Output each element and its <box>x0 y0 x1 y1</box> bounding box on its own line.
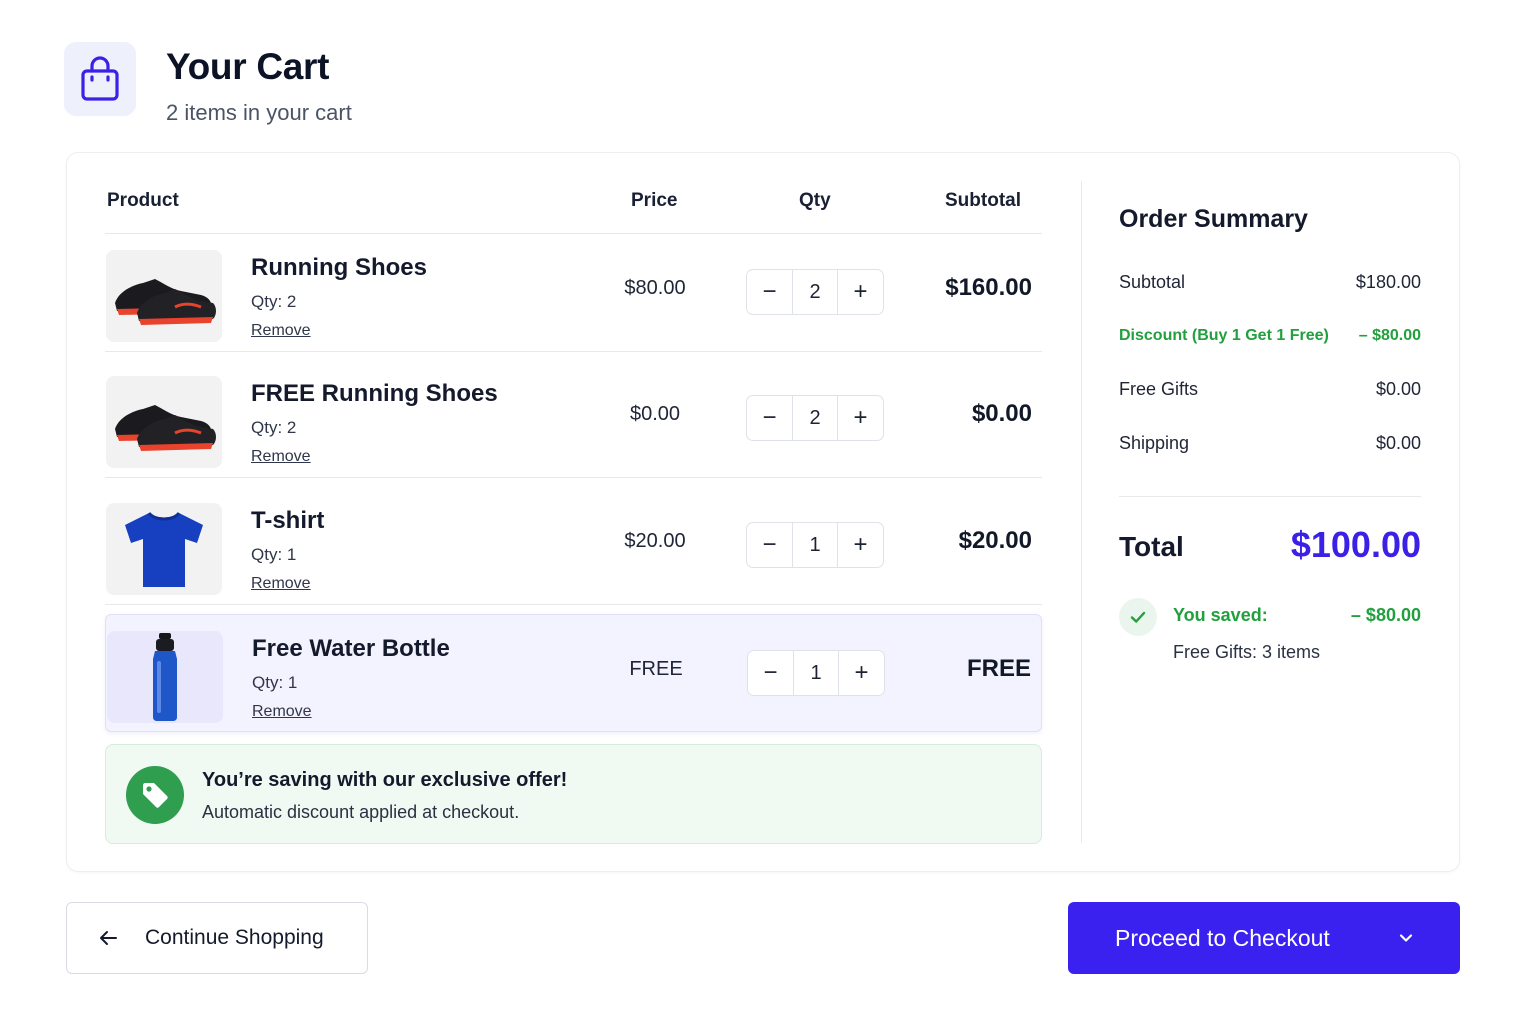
saved-value: – $80.00 <box>1350 605 1421 625</box>
proceed-to-checkout-button[interactable]: Proceed to Checkout <box>1068 902 1460 974</box>
summary-value: $180.00 <box>1355 272 1421 292</box>
summary-row-free-gifts: Free Gifts $0.00 <box>1119 379 1421 400</box>
quantity-input[interactable]: 2 <box>792 396 838 440</box>
decrease-qty-button[interactable]: − <box>748 651 793 695</box>
cart-header: Your Cart 2 items in your cart <box>64 42 664 132</box>
product-qty-label: Qty: 1 <box>252 673 298 692</box>
decrease-qty-button[interactable]: − <box>747 396 792 440</box>
promo-banner: You’re saving with our exclusive offer! … <box>105 744 1042 844</box>
arrow-left-icon <box>97 926 121 950</box>
product-name: T-shirt <box>251 507 325 534</box>
order-summary-title: Order Summary <box>1119 205 1308 233</box>
row-divider <box>105 477 1042 478</box>
cart-row-free-gift: Free Water Bottle Qty: 1 Remove FREE − 1… <box>105 614 1042 732</box>
summary-value: – $80.00 <box>1358 327 1421 344</box>
product-price: $20.00 <box>624 530 686 552</box>
remove-link[interactable]: Remove <box>251 322 311 340</box>
cart-row: T-shirt Qty: 1 Remove $20.00 − 1 + $20.0… <box>105 487 1042 605</box>
column-header-product: Product <box>107 190 179 211</box>
product-qty-label: Qty: 2 <box>251 418 297 437</box>
continue-shopping-label: Continue Shopping <box>145 926 324 949</box>
tag-icon <box>126 766 184 824</box>
total-label: Total <box>1119 531 1184 562</box>
promo-title: You’re saving with our exclusive offer! <box>202 769 568 791</box>
product-subtotal: $20.00 <box>958 527 1032 554</box>
cart-row: Running Shoes Qty: 2 Remove $80.00 − 2 +… <box>105 234 1042 352</box>
promo-subtitle: Automatic discount applied at checkout. <box>202 802 520 822</box>
product-subtotal: $0.00 <box>971 400 1032 427</box>
total-value: $100.00 <box>1290 524 1421 565</box>
summary-row-discount: Discount (Buy 1 Get 1 Free) – $80.00 <box>1119 327 1421 345</box>
cart-row: FREE Running Shoes Qty: 2 Remove $0.00 −… <box>105 360 1042 478</box>
product-qty-label: Qty: 2 <box>251 292 297 311</box>
chevron-down-icon <box>1396 928 1416 948</box>
product-name: Free Water Bottle <box>252 635 450 662</box>
product-subtotal: FREE <box>966 655 1031 682</box>
water-bottle-image <box>107 631 223 723</box>
increase-qty-button[interactable]: + <box>838 270 883 314</box>
product-name: Running Shoes <box>251 254 427 281</box>
quantity-stepper: − 1 + <box>746 522 884 568</box>
free-gifts-count: Free Gifts: 3 items <box>1173 642 1321 662</box>
remove-link[interactable]: Remove <box>251 575 311 593</box>
summary-row-subtotal: Subtotal $180.00 <box>1119 272 1421 293</box>
quantity-stepper: − 2 + <box>746 395 884 441</box>
product-price: FREE <box>629 658 683 680</box>
check-icon <box>1119 598 1157 636</box>
summary-row-shipping: Shipping $0.00 <box>1119 433 1421 454</box>
summary-label: Shipping <box>1119 433 1190 453</box>
increase-qty-button[interactable]: + <box>838 396 883 440</box>
column-header-price: Price <box>631 190 678 211</box>
decrease-qty-button[interactable]: − <box>747 270 792 314</box>
quantity-input[interactable]: 1 <box>793 651 839 695</box>
remove-link[interactable]: Remove <box>251 448 311 466</box>
running-shoes-image <box>106 250 222 342</box>
decrease-qty-button[interactable]: − <box>747 523 792 567</box>
product-name: FREE Running Shoes <box>251 380 498 407</box>
quantity-input[interactable]: 2 <box>792 270 838 314</box>
summary-value: $0.00 <box>1375 433 1421 453</box>
quantity-input[interactable]: 1 <box>792 523 838 567</box>
product-price: $80.00 <box>624 277 686 299</box>
summary-divider <box>1081 181 1082 843</box>
checkout-label: Proceed to Checkout <box>1115 924 1330 951</box>
row-divider <box>105 351 1042 352</box>
row-divider <box>105 604 1042 605</box>
increase-qty-button[interactable]: + <box>839 651 884 695</box>
remove-link[interactable]: Remove <box>252 703 312 721</box>
cart-card: Product Price Qty Subtotal Running Shoes… <box>66 152 1460 872</box>
summary-label: Discount (Buy 1 Get 1 Free) <box>1119 327 1329 344</box>
shopping-bag-icon <box>64 42 136 116</box>
page-title: Your Cart <box>166 46 330 87</box>
product-price: $0.00 <box>629 403 681 425</box>
summary-label: Free Gifts <box>1119 379 1199 399</box>
summary-label: Subtotal <box>1119 272 1186 292</box>
tshirt-image <box>106 503 222 595</box>
quantity-stepper: − 1 + <box>747 650 885 696</box>
increase-qty-button[interactable]: + <box>838 523 883 567</box>
column-header-subtotal: Subtotal <box>945 190 1021 211</box>
column-header-qty: Qty <box>799 190 831 211</box>
running-shoes-image <box>106 376 222 468</box>
summary-value: $0.00 <box>1375 379 1421 399</box>
cart-count: 2 items in your cart <box>166 100 352 125</box>
quantity-stepper: − 2 + <box>746 269 884 315</box>
continue-shopping-button[interactable]: Continue Shopping <box>66 902 368 974</box>
product-qty-label: Qty: 1 <box>251 545 297 564</box>
saved-label: You saved: <box>1173 605 1268 625</box>
product-subtotal: $160.00 <box>945 274 1032 301</box>
summary-total-divider <box>1119 496 1421 497</box>
